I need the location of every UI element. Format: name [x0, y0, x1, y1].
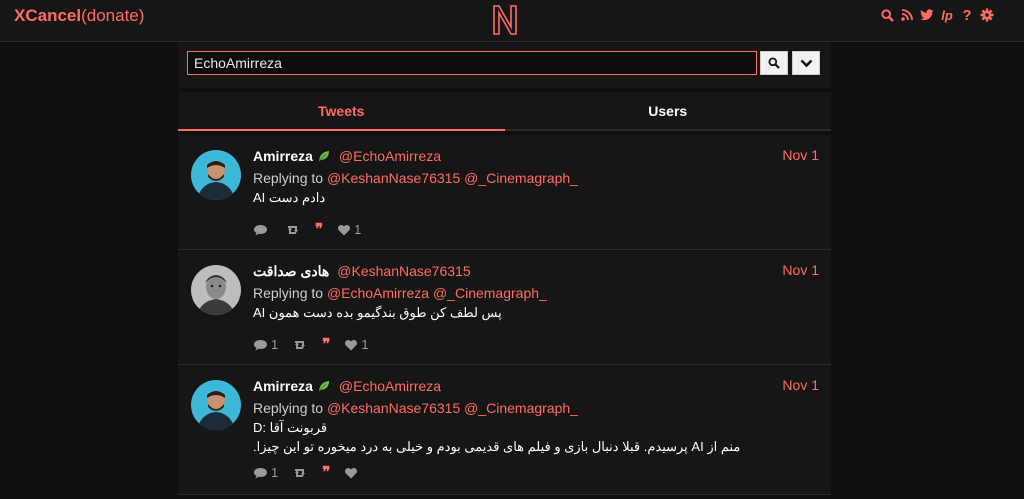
comment-count: 1 — [271, 465, 279, 480]
retweet-icon — [288, 225, 298, 234]
search-button[interactable] — [760, 51, 788, 75]
help-icon[interactable]: ? — [960, 7, 974, 24]
reply-mention[interactable]: @_Cinemagraph_ — [464, 170, 578, 186]
comment-icon — [254, 467, 267, 478]
tweet-author-name[interactable]: Amirreza — [253, 377, 313, 395]
search-tabs: Tweets Users — [178, 92, 831, 131]
quote-stat[interactable]: ❞ — [315, 220, 324, 238]
chevron-down-icon — [800, 59, 812, 67]
tab-users[interactable]: Users — [504, 92, 831, 131]
search-input[interactable] — [187, 51, 757, 75]
donate-link[interactable]: (donate) — [81, 6, 144, 25]
search-options-button[interactable] — [792, 51, 820, 75]
tweet-date[interactable]: Nov 1 — [782, 147, 819, 163]
tweet-author-handle[interactable]: @EchoAmirreza — [339, 377, 441, 395]
tweet-text: قربونت آقا :D — [253, 420, 328, 435]
search-icon — [768, 57, 780, 69]
twitter-icon[interactable] — [920, 7, 934, 23]
settings-icon[interactable] — [980, 7, 994, 23]
tweet-text: پس لطف کن طوق بندگیمو بده دست همون AI — [253, 305, 502, 320]
tweet-item[interactable]: هادی صداقت @KeshanNase76315 Nov 1 Replyi… — [178, 250, 831, 365]
like-stat[interactable]: 1 — [337, 222, 361, 237]
tweet-author-name[interactable]: Amirreza — [253, 147, 313, 165]
leaf-icon — [318, 381, 329, 392]
comment-stat[interactable] — [253, 224, 271, 236]
rss-icon[interactable] — [900, 7, 914, 23]
nitter-logo[interactable] — [490, 3, 520, 36]
heart-icon — [345, 339, 358, 350]
like-count: 1 — [361, 337, 369, 352]
retweet-stat[interactable] — [292, 339, 308, 351]
lp-icon[interactable]: lp — [940, 7, 954, 23]
replying-to-label: Replying to — [253, 170, 324, 186]
tweet-list: Amirreza @EchoAmirreza Nov 1 Replying to… — [178, 135, 831, 495]
quote-icon: ❞ — [322, 463, 331, 481]
comment-icon — [254, 224, 267, 235]
tweet-text: منم از AI پرسیدم. قبلا دنبال بازی و فیلم… — [253, 439, 741, 454]
replying-to: Replying to @EchoAmirreza @_Cinemagraph_ — [253, 283, 819, 303]
heart-icon — [338, 224, 351, 235]
main-column: Tweets Users Amirreza @EchoAmirreza Nov … — [178, 42, 831, 499]
reply-mention[interactable]: @EchoAmirreza — [327, 285, 429, 301]
avatar[interactable] — [191, 380, 241, 430]
tweet-stats: ❞ 1 — [253, 222, 361, 237]
reply-mention[interactable]: @_Cinemagraph_ — [433, 285, 547, 301]
search-icon[interactable] — [880, 7, 894, 23]
tweet-item[interactable]: Amirreza @EchoAmirreza Nov 1 Replying to… — [178, 135, 831, 250]
tweet-stats: 1 ❞ 1 — [253, 337, 369, 352]
search-bar — [178, 42, 831, 88]
leaf-icon — [318, 151, 329, 162]
replying-to-label: Replying to — [253, 400, 324, 416]
replying-to: Replying to @KeshanNase76315 @_Cinemagra… — [253, 168, 819, 188]
reply-mention[interactable]: @KeshanNase76315 — [327, 400, 460, 416]
comment-stat[interactable]: 1 — [253, 337, 278, 352]
brand-name[interactable]: XCancel — [14, 6, 81, 25]
comment-stat[interactable]: 1 — [253, 465, 278, 480]
like-stat[interactable] — [344, 467, 361, 479]
comment-icon — [254, 339, 267, 350]
retweet-icon — [295, 468, 306, 477]
tweet-author-name[interactable]: هادی صداقت — [253, 262, 329, 280]
retweet-stat[interactable] — [292, 467, 308, 479]
tweet-stats: 1 ❞ — [253, 465, 361, 480]
retweet-stat[interactable] — [285, 224, 301, 236]
tweet-author-handle[interactable]: @EchoAmirreza — [339, 147, 441, 165]
tab-tweets[interactable]: Tweets — [178, 92, 505, 131]
quote-stat[interactable]: ❞ — [322, 463, 331, 481]
quote-stat[interactable]: ❞ — [322, 335, 331, 353]
replying-to: Replying to @KeshanNase76315 @_Cinemagra… — [253, 398, 819, 418]
comment-count: 1 — [271, 337, 279, 352]
tweet-item[interactable]: Amirreza @EchoAmirreza Nov 1 Replying to… — [178, 365, 831, 495]
avatar[interactable] — [191, 150, 241, 200]
reply-mention[interactable]: @_Cinemagraph_ — [464, 400, 578, 416]
brand-link[interactable]: XCancel(donate) — [14, 6, 144, 26]
quote-icon: ❞ — [322, 335, 331, 353]
like-count: 1 — [354, 222, 362, 237]
retweet-icon — [295, 340, 306, 349]
replying-to-label: Replying to — [253, 285, 324, 301]
heart-icon — [345, 467, 358, 478]
tweet-date[interactable]: Nov 1 — [782, 377, 819, 393]
tweet-author-handle[interactable]: @KeshanNase76315 — [337, 262, 470, 280]
top-bar: XCancel(donate) lp ? — [0, 0, 1024, 42]
tweet-text: دادم دست AI — [253, 190, 326, 205]
like-stat[interactable]: 1 — [344, 337, 369, 352]
tweet-date[interactable]: Nov 1 — [782, 262, 819, 278]
avatar[interactable] — [191, 265, 241, 315]
quote-icon: ❞ — [315, 220, 324, 238]
reply-mention[interactable]: @KeshanNase76315 — [327, 170, 460, 186]
